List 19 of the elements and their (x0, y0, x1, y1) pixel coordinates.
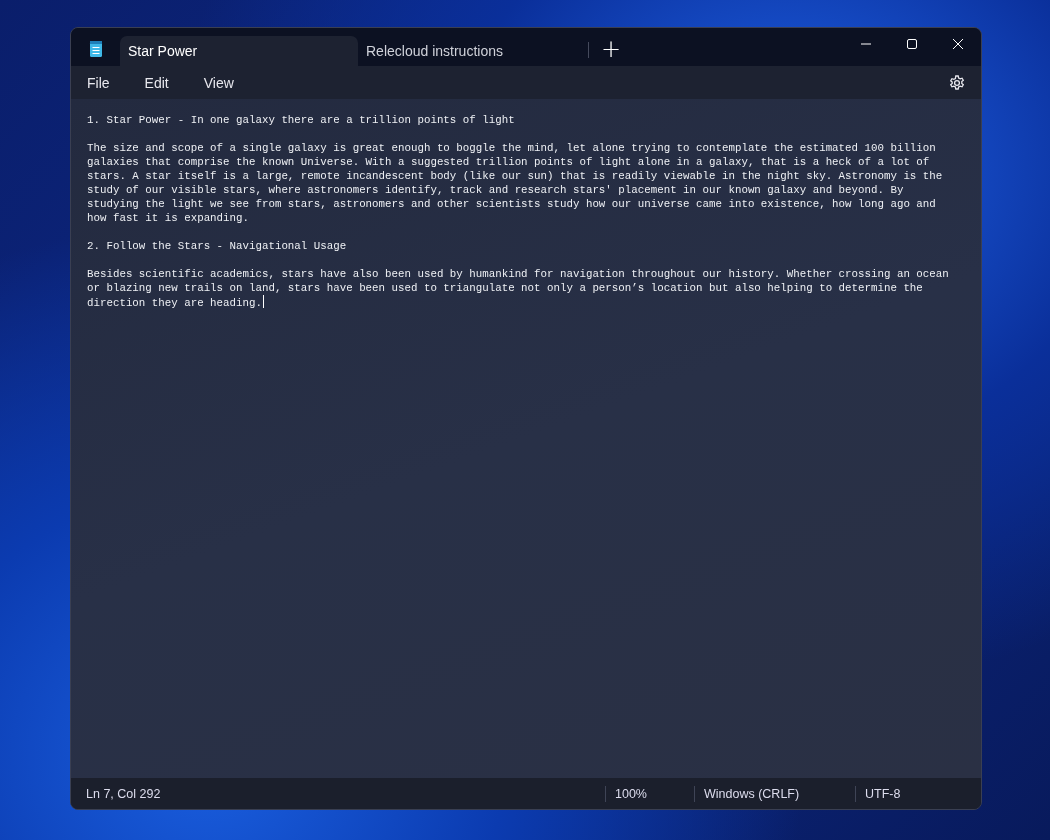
line-ending: Windows (CRLF) (704, 786, 801, 801)
menu-item[interactable]: File (77, 70, 120, 95)
encoding: UTF-8 (865, 786, 902, 801)
text-cursor (262, 295, 264, 308)
close-icon (953, 39, 963, 49)
tab[interactable]: Star Power (120, 36, 358, 66)
notepad-icon (89, 40, 103, 58)
menu-item[interactable]: Edit (134, 70, 179, 95)
new-tab-button[interactable]: + (589, 32, 634, 66)
settings-icon (949, 74, 965, 91)
menu-item[interactable]: View (193, 70, 244, 95)
tab[interactable]: Relecloud instructions (358, 36, 588, 66)
cursor-position: Ln 7, Col 292 (86, 786, 162, 801)
text-paragraph: 1. Star Power - In one galaxy there are a trillion points of light (87, 113, 516, 127)
text-paragraph: 2. Follow the Stars - Navigational Usage (87, 239, 348, 253)
maximize-icon (907, 39, 917, 49)
text-paragraph: The size and scope of a single galaxy is great enough to boggle the mind, let alone trying to contemplate the estimated 100 billion galaxies that comprise the known Universe. With a suggested trillion points of light alone in a galaxy, that is a heck of a lot of stars. A star itself is a large, remote incandescent body (like our sun) that is readily viewable in the night sky. Astronomy is the study of our visible stars, where astronomers identify, track and research stars' placement in our known galaxy and beyond. By studying the light we see from stars, astronomers and other scientists study how our universe came into existence, how long ago and how fast it is expanding. (87, 141, 944, 225)
zoom-level: 100% (615, 786, 648, 801)
text-paragraph: Besides scientific academics, stars have also been used by humankind for navigation throughout our history. Whether crossing an ocean or blazing new trails on land, stars have been used to triangulate not only a person’s location but also helping to determine the direction they are heading. (87, 267, 950, 310)
